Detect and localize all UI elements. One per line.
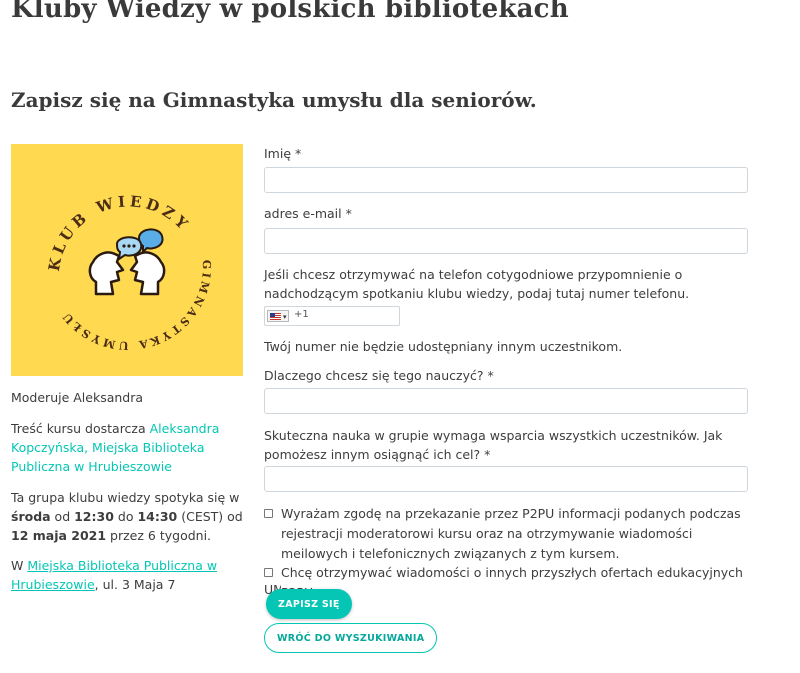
chevron-down-icon: ▾ (283, 313, 287, 321)
consent-checkbox[interactable] (264, 509, 273, 518)
schedule-prefix: Ta grupa klubu wiedzy spotyka się w (11, 490, 240, 505)
why-input[interactable] (264, 388, 748, 414)
phone-note: Twój numer nie będzie udostępniany innym… (264, 339, 623, 354)
schedule-tz: (CEST) od (177, 509, 243, 524)
name-label: Imię * (264, 146, 302, 161)
schedule-day: środa (11, 509, 51, 524)
provider-text: Treść kursu dostarcza Aleksandra Kopczyń… (11, 419, 243, 476)
offers-checkbox[interactable] (264, 568, 273, 577)
course-logo: KLUB WIEDZY GIMNASTYKA UMYSŁU (11, 144, 243, 376)
country-select[interactable]: ▾ (267, 310, 289, 322)
consent-label: Wyrażam zgodę na przekazanie przez P2PU … (281, 506, 741, 561)
course-sidebar: KLUB WIEDZY GIMNASTYKA UMYSŁU Moderuje A… (11, 144, 243, 593)
dial-code: +1 (294, 309, 309, 320)
name-input[interactable] (264, 167, 748, 193)
schedule-from: od (50, 509, 75, 524)
back-to-search-button[interactable]: WRÓĆ DO WYSZUKIWANIA (264, 623, 438, 653)
logo-graphic: KLUB WIEDZY GIMNASTYKA UMYSŁU (45, 192, 210, 352)
venue-text: W Miejska Biblioteka Publiczna w Hrubies… (11, 556, 243, 593)
flag-canton (270, 313, 275, 317)
moderator-text: Moderuje Aleksandra (11, 390, 144, 405)
page-subtitle: Zapisz się na Gimnastyka umysłu dla seni… (11, 88, 537, 112)
provider-prefix: Treść kursu dostarcza (11, 421, 150, 436)
email-label: adres e-mail * (264, 206, 352, 221)
schedule-duration: przez 6 tygodni. (106, 528, 212, 543)
schedule-start: 12:30 (74, 509, 114, 524)
why-label: Dlaczego chcesz się tego nauczyć? * (264, 368, 494, 383)
help-label: Skuteczna nauka w grupie wymaga wsparcia… (264, 428, 723, 462)
svg-text:KLUB WIEDZY: KLUB WIEDZY (45, 192, 194, 272)
phone-label: Jeśli chcesz otrzymywać na telefon cotyg… (264, 267, 690, 301)
heads-icon (88, 251, 166, 296)
venue-prefix: W (11, 558, 28, 573)
logo-top-text: KLUB WIEDZY (45, 192, 190, 272)
submit-button[interactable]: ZAPISZ SIĘ (266, 589, 352, 619)
offers-label: Chcę otrzymywać wiadomości o innych przy… (281, 563, 751, 603)
page-title: Kluby Wiedzy w polskich bibliotekach (11, 0, 569, 24)
schedule-text: Ta grupa klubu wiedzy spotyka się w środ… (11, 488, 243, 545)
email-input[interactable] (264, 228, 748, 254)
schedule-end: 14:30 (137, 509, 178, 524)
schedule-to: do (113, 509, 138, 524)
phone-input[interactable]: ▾ +1 (264, 306, 400, 326)
schedule-date: 12 maja 2021 (11, 528, 107, 543)
help-input[interactable] (264, 466, 748, 492)
